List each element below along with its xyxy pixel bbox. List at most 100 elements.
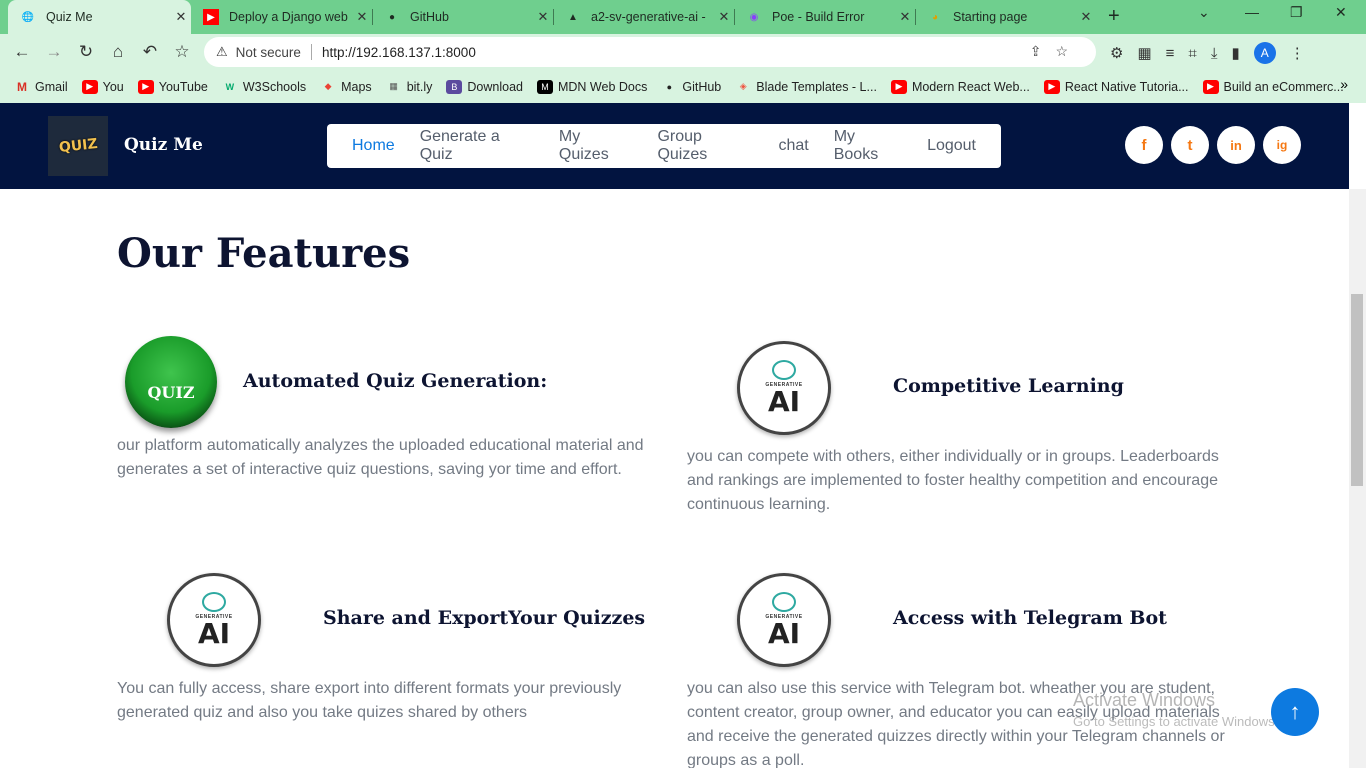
facebook-icon[interactable]: f xyxy=(1125,126,1163,164)
close-tab-icon[interactable]: ✕ xyxy=(895,9,915,25)
grid-icon: ▦ xyxy=(389,81,398,91)
more-bookmarks-icon[interactable]: » xyxy=(1340,76,1348,92)
toolbar: ← → ↻ ⌂ ↶ ☆ ⚠ Not secure http://192.168.… xyxy=(0,34,1366,70)
tab-deploy-django[interactable]: ▶ Deploy a Django web ✕ xyxy=(191,0,372,34)
generative-ai-badge: GENERATIVE AI xyxy=(737,573,831,667)
brand-name[interactable]: Quiz Me xyxy=(124,135,203,155)
twitter-icon[interactable]: t xyxy=(1171,126,1209,164)
download-icon[interactable]: ⤓ xyxy=(1211,45,1218,62)
bookmark-download[interactable]: B Download xyxy=(446,79,523,94)
tab-strip: 🌐 Quiz Me ✕ ▶ Deploy a Django web ✕ ● Gi… xyxy=(0,0,1366,34)
feature-text-competitive: you can compete with others, either indi… xyxy=(687,448,1219,513)
windows-watermark-subtitle: Go to Settings to activate Windows. xyxy=(1073,714,1279,729)
windows-watermark-title: Activate Windows xyxy=(1073,690,1216,710)
globe-icon: 🌐 xyxy=(21,11,35,23)
arrow-up-icon: ↑ xyxy=(1289,699,1301,724)
new-tab-icon[interactable]: + xyxy=(1108,5,1120,28)
toolbar-extensions: ⚙ ▦ ≡ ⌗ ⤓ ▮ A ⋮ xyxy=(1110,42,1305,64)
feature-heading-telegram: Access with Telegram Bot xyxy=(893,607,1167,629)
tab-poe[interactable]: ◉ Poe - Build Error ✕ xyxy=(734,0,915,34)
star-bookmark-icon[interactable]: ☆ xyxy=(166,42,198,62)
feature-heading-automated: Automated Quiz Generation: xyxy=(243,370,548,392)
undo-icon[interactable]: ↶ xyxy=(134,42,166,62)
w3schools-icon: W xyxy=(225,81,235,92)
site-logo[interactable]: QUIZ xyxy=(48,116,108,176)
nav-my-books[interactable]: My Books xyxy=(834,128,902,164)
bookmark-bitly[interactable]: ▦ bit.ly xyxy=(386,80,432,94)
youtube-icon: ▶ xyxy=(137,79,154,94)
close-tab-icon[interactable]: ✕ xyxy=(352,9,372,25)
warning-icon: ⚠ xyxy=(216,44,228,59)
browser-chrome: 🌐 Quiz Me ✕ ▶ Deploy a Django web ✕ ● Gi… xyxy=(0,0,1366,103)
back-icon[interactable]: ← xyxy=(6,42,38,62)
url-text[interactable]: http://192.168.137.1:8000 xyxy=(322,45,476,60)
tab-a2sv[interactable]: ▲ a2-sv-generative-ai - ✕ xyxy=(553,0,734,34)
youtube-icon: ▶ xyxy=(1043,79,1060,94)
nav-generate-quiz[interactable]: Generate a Quiz xyxy=(420,128,534,164)
generative-ai-badge: GENERATIVE AI xyxy=(737,341,831,435)
menu-kebab-icon[interactable]: ⋮ xyxy=(1290,44,1305,62)
instagram-icon[interactable]: ig xyxy=(1263,126,1301,164)
close-tab-icon[interactable]: ✕ xyxy=(714,9,734,25)
main-nav: Home Generate a Quiz My Quizes Group Qui… xyxy=(327,124,1001,168)
bookmark-github[interactable]: ● GitHub xyxy=(661,80,722,94)
bookmark-you[interactable]: ▶ You xyxy=(81,79,124,94)
nav-group-quizes[interactable]: Group Quizes xyxy=(657,128,753,164)
scrollbar-thumb[interactable] xyxy=(1351,294,1363,486)
bookmark-mdn[interactable]: M MDN Web Docs xyxy=(536,79,647,94)
profile-avatar[interactable]: A xyxy=(1253,42,1276,64)
restore-icon[interactable]: ❐ xyxy=(1290,4,1303,21)
youtube-icon: ▶ xyxy=(203,9,219,25)
tab-search-icon[interactable]: ⌄ xyxy=(1198,4,1210,21)
sidepanel-icon[interactable]: ▮ xyxy=(1232,44,1240,62)
bookmark-blade[interactable]: ◈ Blade Templates - L... xyxy=(735,80,877,94)
apps-icon[interactable]: ▦ xyxy=(1137,44,1151,62)
github-icon: ● xyxy=(666,81,673,92)
extension-icon[interactable]: ⚙ xyxy=(1110,44,1123,62)
address-bar[interactable]: ⚠ Not secure http://192.168.137.1:8000 ⇪… xyxy=(204,37,1096,67)
bookmark-youtube[interactable]: ▶ YouTube xyxy=(137,79,208,94)
bookmark-w3schools[interactable]: W W3Schools xyxy=(222,80,306,94)
github-icon: ● xyxy=(388,11,396,23)
bookmark-react-native[interactable]: ▶ React Native Tutoria... xyxy=(1043,79,1189,94)
brain-icon xyxy=(772,592,796,612)
close-window-icon[interactable]: ✕ xyxy=(1335,4,1347,21)
feature-heading-competitive: Competitive Learning xyxy=(893,375,1124,397)
chrome-icon: ◕ xyxy=(931,11,939,23)
bookmark-modern-react[interactable]: ▶ Modern React Web... xyxy=(890,79,1030,94)
generative-ai-badge: GENERATIVE AI xyxy=(167,573,261,667)
feature-text-share: You can fully access, share export into … xyxy=(117,680,622,721)
youtube-icon: ▶ xyxy=(1202,79,1219,94)
nav-home[interactable]: Home xyxy=(352,137,395,155)
youtube-icon: ▶ xyxy=(890,79,907,94)
close-tab-icon[interactable]: ✕ xyxy=(533,9,553,25)
crop-icon[interactable]: ⌗ xyxy=(1188,45,1196,62)
minimize-icon[interactable]: — xyxy=(1245,4,1259,20)
share-star-icons[interactable]: ⇪☆ xyxy=(1030,43,1082,60)
tab-quiz-me[interactable]: 🌐 Quiz Me ✕ xyxy=(8,0,191,34)
close-tab-icon[interactable]: ✕ xyxy=(1076,9,1096,25)
scroll-to-top-button[interactable]: ↑ xyxy=(1271,688,1319,736)
nav-chat[interactable]: chat xyxy=(778,137,808,155)
map-pin-icon: ◆ xyxy=(324,81,332,91)
gmail-icon: M xyxy=(17,79,27,94)
linkedin-icon[interactable]: in xyxy=(1217,126,1255,164)
security-label: Not secure xyxy=(235,44,301,60)
bootstrap-icon: B xyxy=(446,79,463,94)
bookmark-ecommerce[interactable]: ▶ Build an eCommerc... xyxy=(1202,79,1344,94)
feature-heading-share: Share and ExportYour Quizzes xyxy=(323,607,646,629)
forward-icon[interactable]: → xyxy=(38,42,70,62)
reload-icon[interactable]: ↻ xyxy=(70,42,102,62)
home-icon[interactable]: ⌂ xyxy=(102,42,134,62)
nav-logout[interactable]: Logout xyxy=(927,137,976,155)
bookmark-maps[interactable]: ◆ Maps xyxy=(320,80,372,94)
close-tab-icon[interactable]: ✕ xyxy=(171,9,191,25)
bookmark-gmail[interactable]: M Gmail xyxy=(14,80,68,94)
reading-list-icon[interactable]: ≡ xyxy=(1166,45,1175,62)
tab-starting-page[interactable]: ◕ Starting page ✕ xyxy=(915,0,1096,34)
tab-github[interactable]: ● GitHub ✕ xyxy=(372,0,553,34)
nav-my-quizes[interactable]: My Quizes xyxy=(559,128,633,164)
brain-icon xyxy=(202,592,226,612)
triangle-icon: ▲ xyxy=(568,11,578,23)
poe-icon: ◉ xyxy=(749,11,759,23)
